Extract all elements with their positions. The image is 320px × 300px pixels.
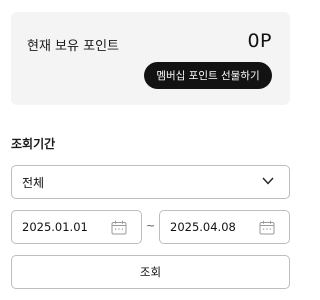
start-date-field[interactable]: 2025.01.01 — [11, 210, 142, 244]
inquiry-period-label: 조회기간 — [11, 137, 56, 151]
period-select-value: 전체 — [22, 175, 45, 190]
period-select[interactable]: 전체 — [11, 165, 290, 199]
search-button[interactable]: 조회 — [11, 255, 290, 289]
calendar-icon[interactable] — [259, 220, 275, 235]
date-range-separator: ~ — [146, 219, 156, 232]
current-points-label: 현재 보유 포인트 — [27, 39, 119, 54]
points-card: 현재 보유 포인트 0P 멤버십 포인트 선물하기 — [11, 12, 290, 105]
gift-points-button[interactable]: 멤버십 포인트 선물하기 — [144, 62, 272, 89]
chevron-down-icon — [262, 177, 274, 185]
current-points-value: 0P — [247, 30, 272, 52]
calendar-icon[interactable] — [111, 220, 127, 235]
end-date-field[interactable]: 2025.04.08 — [159, 210, 290, 244]
end-date-value: 2025.04.08 — [170, 220, 236, 234]
start-date-value: 2025.01.01 — [22, 220, 88, 234]
